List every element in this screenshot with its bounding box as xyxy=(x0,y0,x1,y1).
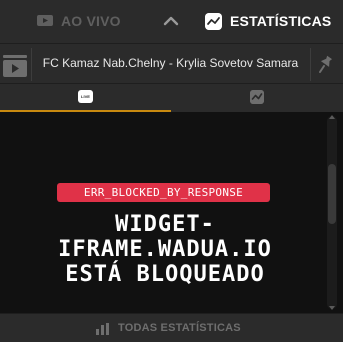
subtab-statistics[interactable] xyxy=(171,84,343,112)
scrollbar[interactable] xyxy=(327,116,337,309)
all-statistics-label: TODAS ESTATÍSTICAS xyxy=(118,322,241,334)
tv-icon xyxy=(37,15,53,26)
divider xyxy=(310,48,311,81)
scroll-up-icon[interactable] xyxy=(329,114,335,120)
live-icon: LIVE xyxy=(78,90,93,103)
error-code-badge: ERR_BLOCKED_BY_RESPONSE xyxy=(57,183,270,202)
chevron-up-icon[interactable] xyxy=(159,9,183,33)
tab-live-label: AO VIVO xyxy=(61,13,121,29)
match-bar: FC Kamaz Nab.Chelny - Krylia Sovetov Sam… xyxy=(0,43,343,84)
stats-icon xyxy=(205,13,222,30)
blocked-message-line: widget- xyxy=(115,212,215,237)
all-statistics-button[interactable]: TODAS ESTATÍSTICAS xyxy=(0,313,343,342)
bar-chart-icon xyxy=(96,323,109,335)
scroll-down-icon[interactable] xyxy=(329,305,335,311)
scrollbar-thumb[interactable] xyxy=(328,164,336,224)
stats-icon xyxy=(250,90,264,104)
pin-icon[interactable] xyxy=(316,55,334,75)
top-bar: AO VIVO ESTATÍSTICAS xyxy=(0,0,343,43)
subtab-live[interactable]: LIVE xyxy=(0,84,171,112)
tab-statistics-label: ESTATÍSTICAS xyxy=(230,13,332,29)
blocked-message-line: iframe.wadua.io xyxy=(58,237,272,262)
sub-tabs: LIVE xyxy=(0,84,343,112)
match-title: FC Kamaz Nab.Chelny - Krylia Sovetov Sam… xyxy=(42,56,299,70)
blocked-message: widget- iframe.wadua.io está bloqueado xyxy=(0,212,330,287)
blocked-message-line: está bloqueado xyxy=(65,262,265,287)
widget-frame: ERR_BLOCKED_BY_RESPONSE widget- iframe.w… xyxy=(0,112,343,313)
tab-statistics[interactable]: ESTATÍSTICAS xyxy=(193,0,343,43)
